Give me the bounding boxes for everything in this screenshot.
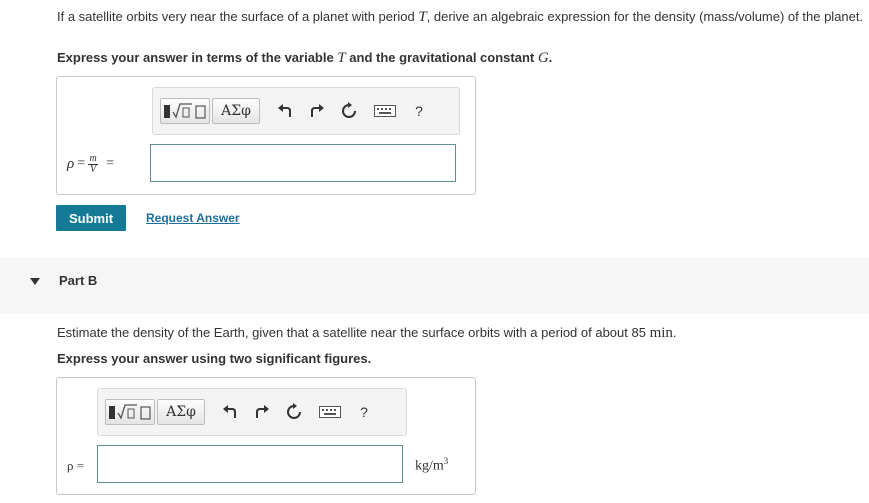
unit-base: kg/m (415, 458, 444, 474)
part-b-answer-box: ΑΣφ ? ρ = kg/m3 (56, 377, 476, 495)
instruction-text-mid: and the gravitational constant (345, 50, 538, 65)
part-b-answer-input[interactable] (97, 445, 403, 483)
unit-exponent: 3 (443, 456, 449, 466)
instruction-text-end: . (548, 50, 553, 65)
equals-sign: = (77, 156, 86, 171)
question-variable: T (418, 9, 427, 25)
redo-icon[interactable] (306, 100, 328, 122)
part-b-header[interactable]: Part B (0, 258, 869, 314)
reset-icon[interactable] (338, 100, 360, 122)
keyboard-icon[interactable] (372, 100, 398, 122)
undo-icon[interactable] (219, 401, 241, 423)
redo-icon[interactable] (251, 401, 273, 423)
keyboard-icon[interactable] (317, 401, 343, 423)
question-text-end: , derive an algebraic expression for the… (426, 9, 864, 24)
part-b-lhs: ρ = (67, 458, 85, 473)
part-a-question: If a satellite orbits very near the surf… (57, 9, 863, 26)
request-answer-link[interactable]: Request Answer (146, 211, 240, 225)
part-a-lhs: ρ = m V = (67, 149, 114, 179)
collapse-triangle-icon[interactable] (30, 278, 40, 286)
part-a-answer-input[interactable] (150, 144, 456, 182)
help-icon[interactable]: ? (408, 100, 430, 122)
part-b-question-text: Estimate the density of the Earth, given… (57, 325, 650, 340)
part-b-question-end: . (672, 325, 677, 340)
help-icon[interactable]: ? (353, 401, 375, 423)
part-b-question: Estimate the density of the Earth, given… (57, 325, 677, 342)
question-text: If a satellite orbits very near the surf… (57, 9, 419, 24)
fraction-denominator: V (90, 163, 97, 175)
template-icon (164, 103, 206, 119)
greek-symbols-button-b[interactable]: ΑΣφ (157, 399, 205, 425)
reset-icon[interactable] (283, 401, 305, 423)
template-button-b[interactable] (105, 399, 155, 425)
unit-label: kg/m3 (415, 456, 448, 475)
instruction-variable-g: G (537, 50, 549, 66)
greek-symbols-button[interactable]: ΑΣφ (212, 98, 260, 124)
undo-icon[interactable] (274, 100, 296, 122)
equals-sign-2: = (106, 156, 115, 171)
math-toolbar: ΑΣφ ? (152, 87, 460, 135)
mass-over-volume-fraction: m V (88, 152, 99, 175)
template-icon (109, 404, 151, 420)
part-b-instruction: Express your answer using two significan… (57, 351, 372, 366)
submit-button[interactable]: Submit (56, 205, 126, 231)
part-a-instruction: Express your answer in terms of the vari… (57, 50, 552, 67)
template-button[interactable] (160, 98, 210, 124)
rho-symbol: ρ (67, 155, 75, 172)
part-b-question-unit: min (649, 325, 673, 341)
instruction-text: Express your answer in terms of the vari… (57, 50, 338, 65)
part-a-answer-box: ΑΣφ ? ρ = m V = (56, 76, 476, 195)
fraction-numerator: m (89, 152, 97, 164)
part-b-title: Part B (59, 273, 98, 288)
math-toolbar-b: ΑΣφ ? (97, 388, 407, 436)
instruction-variable-t: T (337, 50, 346, 66)
